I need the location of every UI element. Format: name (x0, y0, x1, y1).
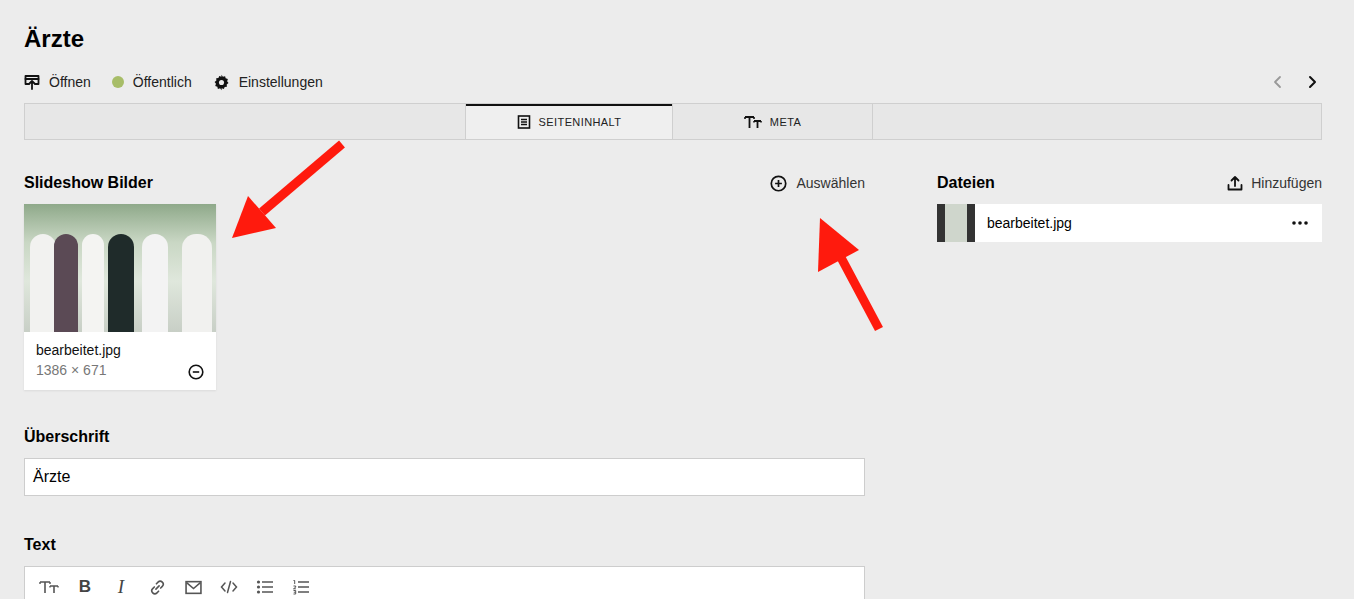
tab[interactable]: META (673, 104, 873, 139)
content: Slideshow BilderAuswählenbearbeitet.jpg1… (24, 172, 1322, 599)
ul-icon (256, 579, 274, 595)
image-preview (24, 204, 216, 332)
editor-toolbar: BI (24, 566, 865, 599)
toolbar-label: Öffnen (49, 74, 91, 90)
pager (1272, 75, 1322, 89)
status-dot-icon (112, 76, 124, 88)
annotation-arrows (0, 0, 1354, 599)
file-row[interactable]: bearbeitet.jpg (937, 204, 1322, 242)
image-dimensions: 1386 × 671 (36, 360, 121, 380)
editor-button[interactable]: B (67, 569, 103, 599)
files-header: Dateien Hinzufügen (937, 172, 1322, 194)
editor-button[interactable] (31, 569, 67, 599)
main-column: Slideshow Bilder Auswählen bearbeitet.jpg1… (24, 172, 865, 599)
upload-icon (1227, 175, 1243, 191)
settings-button[interactable]: Einstellungen (213, 74, 323, 91)
text-icon (744, 115, 762, 129)
image-info: bearbeitet.jpg1386 × 671 (24, 332, 216, 390)
image-card[interactable]: bearbeitet.jpg1386 × 671 (24, 204, 216, 390)
input-value: Ärzte (33, 468, 70, 486)
editor-button[interactable] (211, 569, 247, 599)
gear-icon (213, 74, 230, 91)
add-button[interactable]: Hinzufügen (1227, 175, 1322, 191)
editor-button[interactable] (175, 569, 211, 599)
heading-field: Überschrift Ärzte (24, 426, 865, 496)
image-list: bearbeitet.jpg1386 × 671 (24, 204, 865, 390)
ol-icon (292, 579, 310, 595)
editor-button[interactable] (139, 569, 175, 599)
toolbar-label: Öffentlich (133, 74, 192, 90)
tab[interactable] (25, 104, 466, 139)
next-page-icon[interactable] (1306, 75, 1318, 89)
editor-button[interactable] (247, 569, 283, 599)
tab-bar: SEITENINHALT META (24, 103, 1322, 140)
tab-label: META (770, 116, 801, 128)
editor-button-label: I (118, 576, 124, 598)
prev-page-icon (1272, 75, 1284, 89)
open-icon (24, 74, 40, 90)
field-label: Überschrift (24, 426, 865, 448)
text-field: TextBI (24, 534, 865, 599)
tab-label: SEITENINHALT (539, 116, 622, 128)
action-label: Auswählen (797, 175, 866, 191)
editor-button-label: B (79, 577, 91, 597)
tab[interactable]: SEITENINHALT (466, 104, 673, 139)
image-filename: bearbeitet.jpg (36, 340, 121, 360)
email-icon (185, 580, 202, 595)
red-arrow-icon (818, 218, 879, 329)
editor-button[interactable] (283, 569, 319, 599)
select-button[interactable]: Auswählen (770, 175, 866, 192)
red-arrow-icon (232, 144, 342, 238)
section-title: Slideshow Bilder (24, 174, 153, 192)
remove-icon[interactable] (188, 364, 204, 380)
page-title: Ärzte (24, 22, 1322, 56)
heading-icon (39, 579, 59, 595)
plus-circle-icon (770, 175, 787, 192)
more-icon (1292, 221, 1308, 225)
file-name: bearbeitet.jpg (975, 215, 1278, 231)
heading-input[interactable]: Ärzte (24, 458, 865, 496)
link-icon (149, 579, 166, 596)
slideshow-header: Slideshow Bilder Auswählen (24, 172, 865, 194)
code-icon (220, 579, 238, 595)
field-label: Text (24, 534, 865, 556)
status-button[interactable]: Öffentlich (112, 74, 192, 90)
file-thumbnail (937, 204, 975, 242)
tab-bar-rest (873, 104, 1321, 139)
toolbar-label: Einstellungen (239, 74, 323, 90)
side-column: Dateien Hinzufügen bearbeitet.jpg (937, 172, 1322, 599)
page: Ärzte Öffnen Öffentlich Einstellungen SEITEN… (0, 0, 1354, 599)
editor-button[interactable]: I (103, 569, 139, 599)
page-toolbar: Öffnen Öffentlich Einstellungen (24, 69, 1322, 95)
more-button[interactable] (1278, 221, 1322, 225)
open-button[interactable]: Öffnen (24, 74, 91, 90)
action-label: Hinzufügen (1251, 175, 1322, 191)
section-title: Dateien (937, 174, 995, 192)
document-icon (517, 115, 531, 129)
